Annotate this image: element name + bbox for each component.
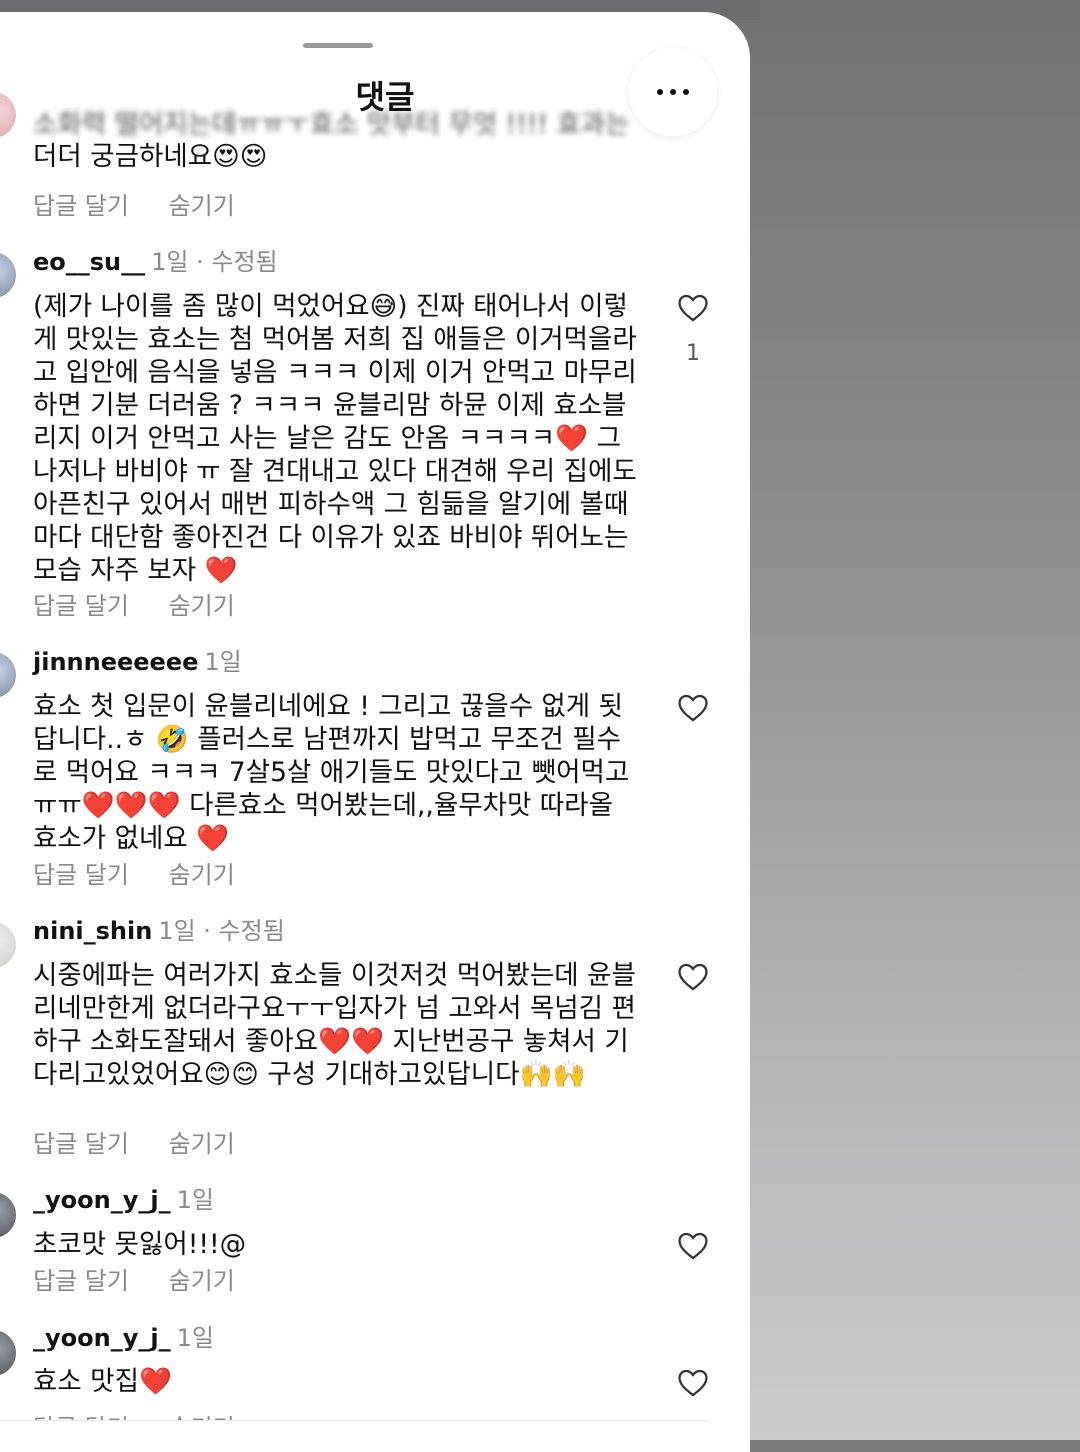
reply-button[interactable]: 답글 달기: [33, 1130, 129, 1158]
more-dot-icon: [670, 89, 676, 95]
comment-username[interactable]: eo__su__: [33, 248, 145, 276]
comment-username[interactable]: jinnneeeeee: [33, 648, 198, 676]
comment-username[interactable]: nini_shin: [33, 917, 152, 945]
comment-text: 시중에파는 여러가지 효소들 이것저것 먹어봤는데 윤블리네만한게 없더라구요ㅜ…: [33, 960, 636, 1090]
reply-button[interactable]: 답글 달기: [33, 1267, 129, 1295]
comment-text-blurred: 소화력 떨어지는데ㅠㅠㅜ효소 맛부터 무엇 !!!! 효과는: [33, 109, 630, 140]
like-button[interactable]: [676, 691, 710, 725]
hide-button[interactable]: 숨기기: [169, 1267, 235, 1295]
avatar[interactable]: [0, 922, 16, 968]
reply-button[interactable]: 답글 달기: [33, 192, 129, 220]
comment-time: 1일 · 수정됨: [151, 248, 278, 276]
more-options-button[interactable]: [629, 48, 717, 136]
like-button[interactable]: [676, 1229, 710, 1263]
reply-button[interactable]: 답글 달기: [33, 861, 129, 889]
comment-meta: jinnneeeeee 1일: [33, 642, 242, 677]
heart-outline-icon: [678, 1232, 708, 1260]
more-dot-icon: [657, 89, 663, 95]
comment-text: 초코맛 못잃어!!!@: [33, 1229, 247, 1260]
comment-username[interactable]: _yoon_y_j_: [33, 1324, 171, 1352]
comments-sheet: 댓글 소화력 떨어지는데ㅠㅠㅜ효소 맛부터 무엇 !!!! 효과는 더더 궁금하…: [0, 12, 750, 1452]
comment-time: 1일: [204, 648, 242, 676]
comment-meta: nini_shin 1일 · 수정됨: [33, 911, 285, 946]
avatar[interactable]: [0, 1330, 16, 1376]
comment-text: 더더 궁금하네요😍😍: [33, 141, 268, 172]
comment-time: 1일: [176, 1324, 214, 1352]
heart-outline-icon: [678, 1369, 708, 1397]
comment-username[interactable]: _yoon_y_j_: [33, 1186, 171, 1214]
like-button[interactable]: [676, 1366, 710, 1400]
heart-outline-icon: [678, 963, 708, 991]
hide-button[interactable]: 숨기기: [169, 592, 235, 620]
comment-text: 효소 첫 입문이 윤블리네에요 ! 그리고 끊을수 없게 됫답니다..ㅎ 🤣 플…: [33, 691, 630, 854]
like-button[interactable]: [676, 291, 710, 325]
comment-meta: _yoon_y_j_ 1일: [33, 1318, 214, 1353]
comment-time: 1일: [176, 1186, 214, 1214]
hide-button[interactable]: 숨기기: [169, 1130, 235, 1158]
comment-text: 효소 맛집❤️: [33, 1366, 172, 1397]
comment-time: 1일 · 수정됨: [158, 917, 285, 945]
avatar[interactable]: [0, 652, 16, 698]
like-button[interactable]: [676, 960, 710, 994]
emoji-reaction-bar[interactable]: [0, 1420, 710, 1452]
more-dot-icon: [683, 89, 689, 95]
comment-meta: eo__su__ 1일 · 수정됨: [33, 242, 278, 277]
avatar[interactable]: [0, 252, 16, 298]
avatar[interactable]: [0, 1192, 16, 1238]
comment-meta: _yoon_y_j_ 1일: [33, 1180, 214, 1215]
reply-button[interactable]: 답글 달기: [33, 592, 129, 620]
hide-button[interactable]: 숨기기: [169, 192, 235, 220]
heart-outline-icon: [678, 694, 708, 722]
comment-text: (제가 나이를 좀 많이 먹었어요😅) 진짜 태어나서 이렇게 맛있는 효소는 …: [33, 291, 637, 586]
sheet-grabber[interactable]: [303, 43, 373, 48]
heart-outline-icon: [678, 294, 708, 322]
hide-button[interactable]: 숨기기: [169, 861, 235, 889]
like-count: 1: [686, 341, 700, 366]
